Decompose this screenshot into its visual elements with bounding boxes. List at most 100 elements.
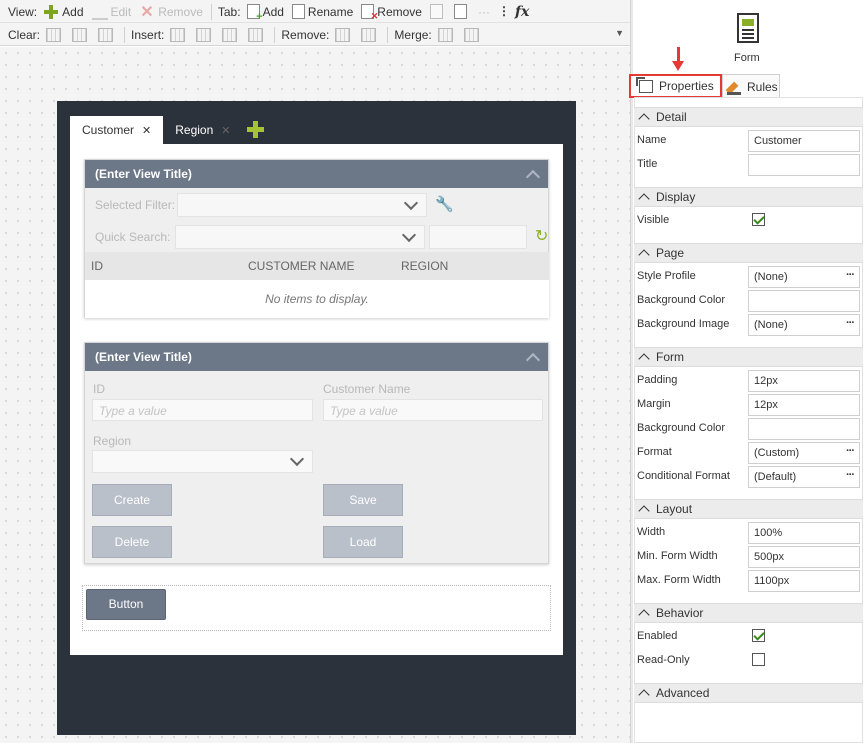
width-field[interactable]: 100% [748, 522, 860, 544]
empty-list-message: No items to display. [85, 280, 549, 318]
selected-filter-dropdown[interactable] [177, 193, 427, 217]
margin-field[interactable]: 12px [748, 394, 860, 416]
chevron-down-icon [401, 227, 417, 243]
refresh-icon[interactable]: ↻ [535, 226, 548, 246]
conditional-format-field[interactable]: (Default) ··· [748, 466, 860, 488]
save-button[interactable]: Save [323, 484, 403, 516]
section-behavior[interactable]: Behavior [634, 603, 863, 623]
item-view[interactable]: (Enter View Title) ID Type a value Custo… [84, 342, 549, 564]
ellipsis-button[interactable]: ··· [478, 5, 490, 19]
insert-column-left-button[interactable] [170, 28, 188, 42]
tab-remove-button[interactable]: Remove [361, 4, 422, 22]
load-button[interactable]: Load [323, 526, 403, 558]
section-advanced[interactable]: Advanced [634, 683, 863, 703]
kebab-icon: ⋮ [497, 3, 510, 18]
min-form-width-field[interactable]: 500px [748, 546, 860, 568]
section-page[interactable]: Page [634, 243, 863, 263]
background-image-field[interactable]: (None) ··· [748, 314, 860, 336]
enabled-checkbox[interactable] [752, 629, 765, 642]
format-field[interactable]: (Custom) ··· [748, 442, 860, 464]
insert-column-left-icon [170, 28, 186, 42]
move-tab-right-button[interactable] [453, 4, 470, 19]
form-tab-region[interactable]: Region ✕ [163, 116, 242, 144]
column-region[interactable]: REGION [401, 259, 448, 273]
clear-cell-button[interactable] [46, 28, 64, 42]
ellipsis-icon[interactable]: ··· [846, 441, 855, 461]
style-profile-field[interactable]: (None) ··· [748, 266, 860, 288]
section-detail[interactable]: Detail [634, 107, 863, 127]
tab-properties[interactable]: Properties [629, 74, 722, 98]
red-arrow-indicator [672, 47, 684, 73]
padding-field[interactable]: 12px [748, 370, 860, 392]
section-layout[interactable]: Layout [634, 499, 863, 519]
insert-column-right-button[interactable] [196, 28, 214, 42]
region-dropdown[interactable] [92, 450, 313, 473]
prop-row-background-image: Background Image (None) ··· [634, 313, 863, 337]
delete-button[interactable]: Delete [92, 526, 172, 558]
rename-tab-icon [291, 4, 305, 19]
form-background-color-field[interactable] [748, 418, 860, 440]
close-icon[interactable]: ✕ [142, 124, 151, 137]
collapse-chevron-icon[interactable] [526, 351, 538, 363]
collapse-caret-icon [638, 113, 650, 125]
move-left-icon [429, 4, 443, 19]
view-edit-button[interactable]: Edit [91, 4, 131, 20]
properties-icon [636, 76, 653, 93]
remove-column-button[interactable] [335, 28, 353, 42]
create-button[interactable]: Create [92, 484, 172, 516]
view-add-button[interactable]: Add [43, 4, 84, 20]
customer-name-input[interactable]: Type a value [323, 399, 543, 421]
expression-button[interactable]: fx [515, 4, 532, 20]
read-only-checkbox[interactable] [752, 653, 765, 666]
insert-row-above-button[interactable] [222, 28, 240, 42]
form-icon-label: Form [734, 52, 760, 64]
max-form-width-field[interactable]: 1100px [748, 570, 860, 592]
ellipsis-icon[interactable]: ··· [846, 313, 855, 333]
clear-row-button[interactable] [72, 28, 90, 42]
prop-row-background-color: Background Color [634, 289, 863, 313]
list-view[interactable]: (Enter View Title) Selected Filter: 🔧 Qu… [84, 159, 549, 318]
add-tab-icon [246, 4, 263, 23]
column-id[interactable]: ID [91, 259, 103, 273]
section-form[interactable]: Form [634, 347, 863, 367]
move-tab-left-button[interactable] [429, 4, 446, 19]
page-background-color-field[interactable] [748, 290, 860, 312]
form-button[interactable]: Button [86, 589, 166, 620]
tab-rules[interactable]: Rules [722, 74, 780, 98]
name-field[interactable]: Customer [748, 130, 860, 152]
insert-row-below-button[interactable] [248, 28, 266, 42]
tab-rename-button[interactable]: Rename [291, 4, 353, 19]
wrench-icon[interactable]: 🔧 [435, 195, 454, 213]
add-icon [43, 4, 59, 20]
ellipsis-icon[interactable]: ··· [846, 465, 855, 485]
quick-search-input[interactable] [429, 225, 527, 249]
form-tab-customer[interactable]: Customer ✕ [70, 116, 164, 144]
merge-vertical-icon [463, 28, 479, 42]
move-right-icon [453, 4, 467, 19]
collapse-chevron-icon[interactable] [526, 168, 538, 180]
more-menu-button[interactable]: ⋮ [497, 3, 510, 20]
section-display[interactable]: Display [634, 187, 863, 207]
quick-search-dropdown[interactable] [175, 225, 425, 249]
title-field[interactable] [748, 154, 860, 176]
region-label: Region [93, 434, 132, 448]
toolbar-overflow-icon[interactable]: ▼ [615, 28, 624, 38]
close-icon[interactable]: ✕ [221, 124, 230, 137]
customer-name-label: Customer Name [323, 382, 411, 396]
id-input[interactable]: Type a value [92, 399, 313, 421]
merge-label: Merge: [394, 28, 432, 42]
merge-vertical-button[interactable] [463, 28, 482, 42]
tab-add-button[interactable]: Add [246, 4, 284, 23]
clear-all-button[interactable] [98, 28, 116, 42]
column-customer-name[interactable]: CUSTOMER NAME [248, 259, 354, 273]
merge-horizontal-button[interactable] [437, 28, 456, 42]
add-tab-plus-icon[interactable] [242, 116, 270, 144]
item-view-header: (Enter View Title) [85, 343, 548, 371]
view-remove-button[interactable]: Remove [139, 2, 203, 22]
panel-splitter[interactable] [630, 0, 633, 743]
visible-checkbox[interactable] [752, 213, 765, 226]
remove-row-button[interactable] [361, 28, 379, 42]
designer-toolbar: View: Add Edit Remove Tab: Add Rename Re… [0, 0, 630, 46]
ellipsis-icon[interactable]: ··· [846, 265, 855, 285]
toolbar-row-clear-insert: Clear: Insert: Remove: Merge: ▼ [0, 24, 630, 46]
